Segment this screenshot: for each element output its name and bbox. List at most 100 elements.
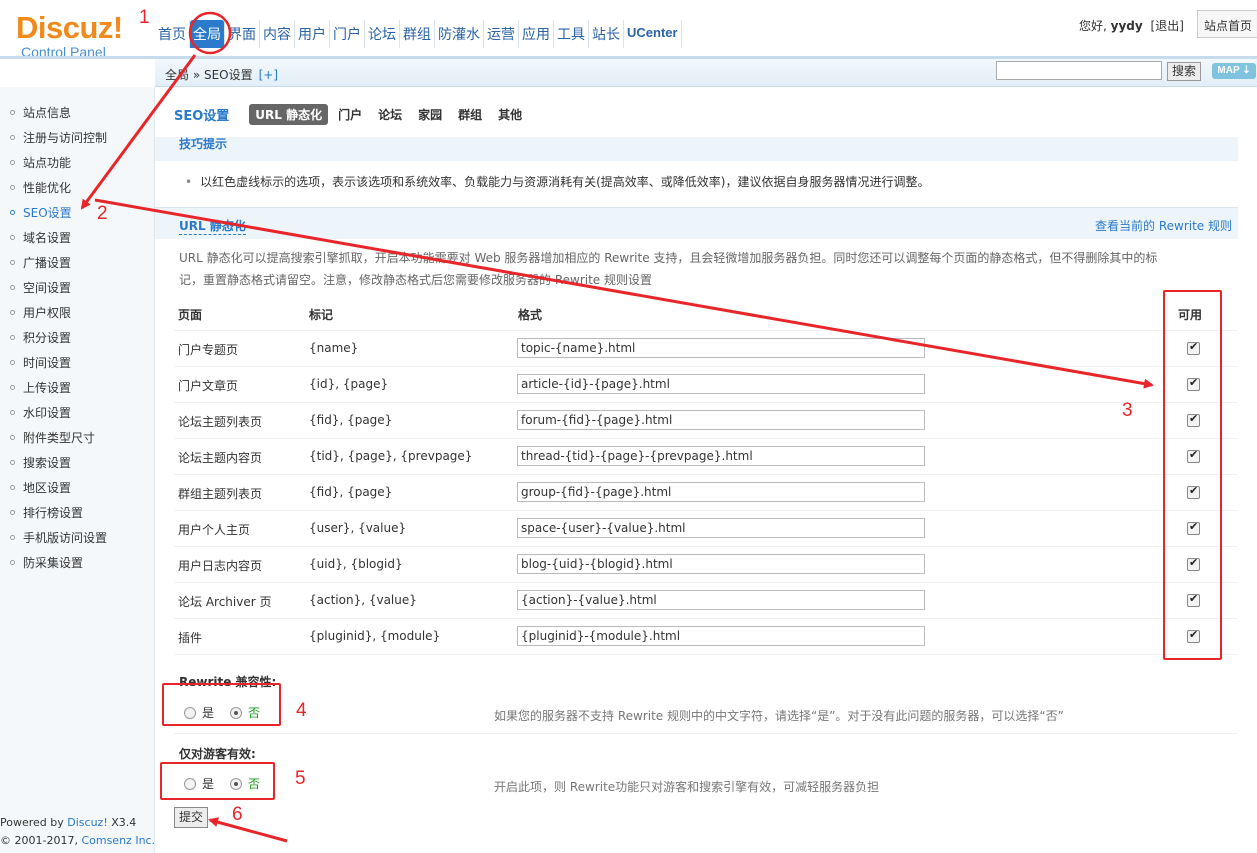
- rule-format-input[interactable]: {action}-{value}.html: [517, 590, 925, 610]
- bullet-icon: [10, 385, 15, 390]
- sidebar-item-label: 排行榜设置: [23, 506, 84, 520]
- bullet-icon: [10, 410, 15, 415]
- sidebar-item[interactable]: 上传设置: [0, 380, 154, 405]
- topnav-content[interactable]: 内容: [260, 20, 295, 48]
- annotation-number-4: 4: [296, 700, 307, 721]
- topnav-global[interactable]: 全局: [190, 20, 225, 48]
- sidebar-item[interactable]: 地区设置: [0, 480, 154, 505]
- sidebar-item[interactable]: 手机版访问设置: [0, 530, 154, 555]
- annotation-number-3: 3: [1122, 400, 1133, 421]
- sidebar-item[interactable]: 积分设置: [0, 330, 154, 355]
- section-description: URL 静态化可以提高搜索引擎抓取，开启本功能需要对 Web 服务器增加相应的 …: [179, 251, 1158, 287]
- sidebar-menu: 站点信息 注册与访问控制 站点功能性能优化 SEO设置 域名设置 广播设置空间设置 用户权限…: [0, 105, 154, 580]
- map-button[interactable]: MAP ⇣: [1212, 63, 1256, 79]
- sidebar-item[interactable]: 广播设置: [0, 255, 154, 280]
- search-input[interactable]: [996, 61, 1162, 80]
- tab-url-static[interactable]: URL 静态化: [249, 103, 329, 125]
- sidebar-item[interactable]: 注册与访问控制: [0, 130, 154, 155]
- sidebar-item[interactable]: 站点信息: [0, 105, 154, 130]
- comsenz-link[interactable]: Comsenz Inc.: [81, 834, 155, 847]
- sidebar-item[interactable]: 搜索设置: [0, 455, 154, 480]
- powered-by: Powered by Discuz! X3.4 © 2001-2017, Com…: [0, 814, 155, 850]
- table-row: 论坛主题列表页 {fid}, {page} forum-{fid}-{page}.h…: [174, 403, 1238, 439]
- tab-home[interactable]: 家园: [418, 106, 442, 123]
- table-row: 用户个人主页 {user}, {value} space-{user}-{value…: [174, 511, 1238, 547]
- sidebar-item[interactable]: 站点功能: [0, 155, 154, 180]
- sidebar-item-label: 站点功能: [23, 156, 72, 170]
- rule-mark: {tid}, {page}, {prevpage}: [309, 449, 473, 463]
- topnav-interface[interactable]: 界面: [225, 20, 260, 48]
- table-row: 论坛 Archiver 页 {action}, {value} {action}-{…: [174, 583, 1238, 619]
- sidebar-item[interactable]: 时间设置: [0, 355, 154, 380]
- sidebar-item[interactable]: 附件类型尺寸: [0, 430, 154, 455]
- rule-page-name: 论坛主题内容页: [178, 451, 263, 465]
- rule-format-input[interactable]: space-{user}-{value}.html: [517, 518, 925, 538]
- search-button[interactable]: 搜索: [1167, 62, 1201, 81]
- add-shortcut-link[interactable]: [+]: [259, 68, 278, 82]
- top-navigation: 首页 全局 界面 内容 用户 门户 论坛 群组 防灌水 运营 应用 工具 站长 …: [155, 20, 682, 48]
- breadcrumb-text[interactable]: 全局 » SEO设置: [165, 68, 253, 82]
- submit-button[interactable]: 提交: [174, 807, 208, 828]
- logout-link[interactable]: [退出]: [1151, 19, 1184, 33]
- sidebar-item-label: 广播设置: [23, 256, 72, 270]
- annotation-number-5: 5: [295, 768, 306, 789]
- powered-text: Powered by: [0, 816, 68, 829]
- sidebar-item-label: 用户权限: [23, 306, 72, 320]
- rule-format-input[interactable]: group-{fid}-{page}.html: [517, 482, 925, 502]
- topnav-users[interactable]: 用户: [295, 20, 330, 48]
- rule-format-input[interactable]: {pluginid}-{module}.html: [517, 626, 925, 646]
- rule-mark: {fid}, {page}: [309, 485, 393, 499]
- topnav-antispam[interactable]: 防灌水: [435, 20, 484, 48]
- annotation-box-guest-only: [160, 762, 275, 800]
- bullet-icon: [10, 160, 15, 165]
- breadcrumb: 全局 » SEO设置 [+]: [165, 66, 278, 83]
- topnav-forum[interactable]: 论坛: [365, 20, 400, 48]
- annotation-number-6: 6: [232, 804, 243, 825]
- username: yydy: [1110, 19, 1143, 33]
- tips-header: 技巧提示: [155, 137, 1238, 161]
- view-rewrite-rules-link[interactable]: 查看当前的 Rewrite 规则: [1095, 217, 1232, 234]
- rule-format-input[interactable]: article-{id}-{page}.html: [517, 374, 925, 394]
- bullet-icon: [10, 210, 15, 215]
- sidebar: 站点信息 注册与访问控制 站点功能性能优化 SEO设置 域名设置 广播设置空间设置 用户权限…: [0, 87, 155, 853]
- sidebar-item[interactable]: 空间设置: [0, 280, 154, 305]
- sidebar-item[interactable]: 水印设置: [0, 405, 154, 430]
- rule-format-input[interactable]: blog-{uid}-{blogid}.html: [517, 554, 925, 574]
- topnav-portal[interactable]: 门户: [330, 20, 365, 48]
- tab-forum[interactable]: 论坛: [378, 106, 402, 123]
- bullet-icon: [10, 135, 15, 140]
- sidebar-item[interactable]: 性能优化: [0, 180, 154, 205]
- rule-format-input[interactable]: forum-{fid}-{page}.html: [517, 410, 925, 430]
- sidebar-item[interactable]: 域名设置: [0, 230, 154, 255]
- tab-group[interactable]: 群组: [458, 106, 482, 123]
- sidebar-item[interactable]: 防采集设置: [0, 555, 154, 580]
- rule-format-input[interactable]: thread-{tid}-{page}-{prevpage}.html: [517, 446, 925, 466]
- topnav-home[interactable]: 首页: [155, 20, 190, 48]
- site-home-button[interactable]: 站点首页: [1197, 10, 1257, 38]
- discuz-logo[interactable]: Discuz! Control Panel: [16, 12, 123, 61]
- discuz-link[interactable]: Discuz!: [67, 816, 107, 829]
- greeting-text: 您好,: [1079, 19, 1111, 33]
- column-format: 格式: [518, 308, 543, 322]
- sidebar-item-label: 注册与访问控制: [23, 131, 108, 145]
- tab-other[interactable]: 其他: [498, 106, 522, 123]
- rule-mark: {user}, {value}: [309, 521, 407, 535]
- sidebar-item[interactable]: SEO设置: [0, 205, 154, 230]
- column-page: 页面: [178, 308, 203, 322]
- tab-portal[interactable]: 门户: [338, 106, 362, 123]
- form-divider: [174, 733, 1238, 734]
- bullet-icon: [10, 510, 15, 515]
- sidebar-item[interactable]: 用户权限: [0, 305, 154, 330]
- topnav-operation[interactable]: 运营: [484, 20, 519, 48]
- rule-format-input[interactable]: topic-{name}.html: [517, 338, 925, 358]
- topnav-apps[interactable]: 应用: [519, 20, 554, 48]
- copyright-text: © 2001-2017,: [0, 834, 82, 847]
- topnav-group[interactable]: 群组: [400, 20, 435, 48]
- topnav-admin[interactable]: 站长: [589, 20, 624, 48]
- bullet-icon: [10, 185, 15, 190]
- topnav-tools[interactable]: 工具: [554, 20, 589, 48]
- bullet-icon: [10, 435, 15, 440]
- sidebar-item[interactable]: 排行榜设置: [0, 505, 154, 530]
- topnav-ucenter[interactable]: UCenter: [624, 20, 682, 48]
- title-row: SEO设置 URL 静态化 门户 论坛 家园 群组 其他: [174, 103, 538, 125]
